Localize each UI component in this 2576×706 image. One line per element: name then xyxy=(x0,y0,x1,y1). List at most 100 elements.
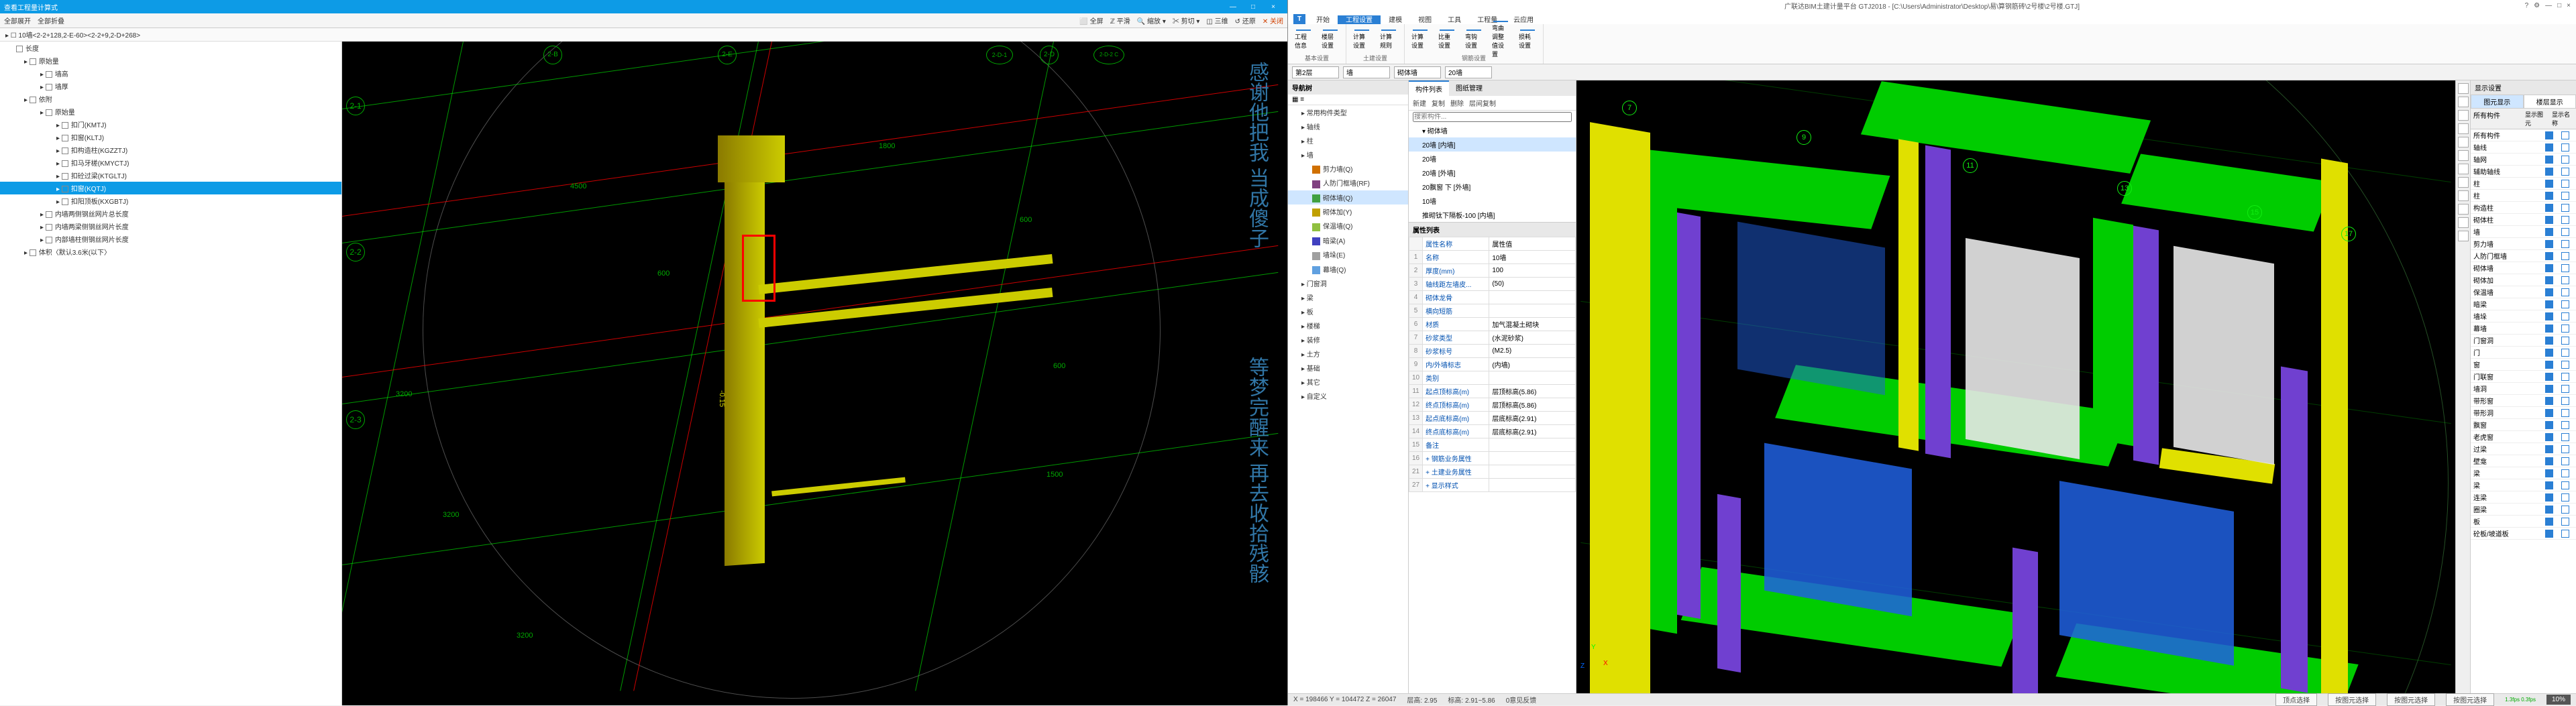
nav-item[interactable]: 人防门框墙(RF) xyxy=(1288,176,1408,190)
element-select[interactable]: 20墙 xyxy=(1445,66,1492,78)
max-btn[interactable]: □ xyxy=(1243,3,1263,11)
app-logo[interactable]: T xyxy=(1293,14,1305,24)
nav-item[interactable]: ▸ 其它 xyxy=(1288,375,1408,389)
del-comp[interactable]: 删除 xyxy=(1450,98,1464,108)
mini-toolbar[interactable] xyxy=(2456,80,2471,693)
ribbon-button[interactable]: 弯钩设置 xyxy=(1465,31,1483,48)
property-row[interactable]: 3轴线距左墙皮...(50) xyxy=(1409,278,1576,291)
display-item[interactable]: 板 xyxy=(2471,516,2576,528)
nav-item[interactable]: ▸ 装修 xyxy=(1288,333,1408,347)
layer-copy[interactable]: 层间复制 xyxy=(1469,98,1496,108)
property-row[interactable]: 16+ 钢筋业务属性 xyxy=(1409,452,1576,465)
display-item[interactable]: 连梁 xyxy=(2471,491,2576,504)
tb-restore[interactable]: ↺ 还原 xyxy=(1235,15,1256,25)
tree-item[interactable]: ▸ 扣砼过梁(KTGLTJ) xyxy=(0,169,341,182)
property-row[interactable]: 9内/外墙标志(内墙) xyxy=(1409,358,1576,371)
component-item[interactable]: 20墙 xyxy=(1409,152,1576,166)
comp-search[interactable] xyxy=(1413,112,1572,122)
property-row[interactable]: 12终点顶标高(m)层顶标高(5.86) xyxy=(1409,398,1576,412)
tree-item[interactable]: ▸ 原始量 xyxy=(0,54,341,67)
close-btn[interactable]: × xyxy=(1263,3,1283,11)
tree-item[interactable]: ▸ 扣门(KMTJ) xyxy=(0,118,341,131)
display-item[interactable]: 壁龛 xyxy=(2471,455,2576,467)
property-row[interactable]: 2厚度(mm)100 xyxy=(1409,264,1576,278)
property-row[interactable]: 10类别 xyxy=(1409,371,1576,385)
nav-item[interactable]: 墙垛(E) xyxy=(1288,247,1408,261)
nav-item[interactable]: ▸ 土方 xyxy=(1288,347,1408,361)
display-item[interactable]: 带形窗 xyxy=(2471,395,2576,407)
tree-item[interactable]: ▸ 内墙两梁侧钢丝网片长度 xyxy=(0,220,341,233)
nav-item[interactable]: ▸ 门窗洞 xyxy=(1288,276,1408,290)
display-item[interactable]: 剪力墙 xyxy=(2471,238,2576,250)
viewport-3d-left[interactable]: 4500 1800 3200 3200 3200 600 600 -0.15 6… xyxy=(342,42,1287,705)
tree-item[interactable]: ▸ 扣马牙槎(KMYCTJ) xyxy=(0,156,341,169)
tree-item[interactable]: ▸ 扣窗(KQTJ) xyxy=(0,182,341,194)
min-btn-r[interactable]: — xyxy=(2545,2,2552,9)
max-btn-r[interactable]: □ xyxy=(2557,2,2561,9)
display-item[interactable]: 柱 xyxy=(2471,178,2576,190)
min-btn[interactable]: — xyxy=(1223,3,1243,11)
ribbon-button[interactable]: 比重设置 xyxy=(1438,31,1456,48)
property-row[interactable]: 5横向短筋 xyxy=(1409,304,1576,318)
display-item[interactable]: 门 xyxy=(2471,347,2576,359)
display-item[interactable]: 所有构件 xyxy=(2471,129,2576,141)
display-item[interactable]: 轴网 xyxy=(2471,154,2576,166)
display-item[interactable]: 圈梁 xyxy=(2471,504,2576,516)
nav-item[interactable]: 保温墙(Q) xyxy=(1288,219,1408,233)
display-item[interactable]: 砌体柱 xyxy=(2471,214,2576,226)
property-row[interactable]: 6材质加气混凝土砌块 xyxy=(1409,318,1576,331)
display-item[interactable]: 门联窗 xyxy=(2471,371,2576,383)
tree-item[interactable]: ▸ 内墙两侧钢丝网片总长度 xyxy=(0,207,341,220)
tree-item[interactable]: ▸ 依附 xyxy=(0,93,341,105)
type-select[interactable]: 砌体墙 xyxy=(1394,66,1441,78)
component-item[interactable]: ▾ 砌体墙 xyxy=(1409,123,1576,137)
tb-close[interactable]: ✕ 关闭 xyxy=(1263,15,1283,25)
category-select[interactable]: 墙 xyxy=(1343,66,1390,78)
tree-item[interactable]: ▸ 内部墙柱侧钢丝网片长度 xyxy=(0,233,341,245)
nav-item[interactable]: 砌体墙(Q) xyxy=(1288,190,1408,204)
display-item[interactable]: 幕墙 xyxy=(2471,322,2576,335)
nav-item[interactable]: 砌体加(Y) xyxy=(1288,204,1408,219)
viewport-3d-right[interactable]: 7 9 11 13 15 17 XYZ xyxy=(1576,80,2455,693)
property-row[interactable]: 14终点底标高(m)层底标高(2.91) xyxy=(1409,425,1576,438)
display-item[interactable]: 飘窗 xyxy=(2471,419,2576,431)
nav-item[interactable]: ▸ 常用构件类型 xyxy=(1288,105,1408,119)
display-item[interactable]: 门窗洞 xyxy=(2471,335,2576,347)
help-icon[interactable]: ? xyxy=(2525,2,2529,9)
display-item[interactable]: 保温墙 xyxy=(2471,286,2576,298)
tree-item[interactable]: ▸ 墙厚 xyxy=(0,80,341,93)
nav-item[interactable]: ▸ 基础 xyxy=(1288,361,1408,375)
floor-select[interactable]: 第2层 xyxy=(1292,66,1339,78)
display-item[interactable]: 墙垛 xyxy=(2471,310,2576,322)
nav-item[interactable]: 暗梁(A) xyxy=(1288,233,1408,247)
display-item[interactable]: 暗梁 xyxy=(2471,298,2576,310)
display-item[interactable]: 柱 xyxy=(2471,190,2576,202)
component-item[interactable]: 20墙 [外墙] xyxy=(1409,166,1576,180)
new-comp[interactable]: 新建 xyxy=(1413,98,1426,108)
nav-item[interactable]: ▸ 墙 xyxy=(1288,148,1408,162)
display-item[interactable]: 带形洞 xyxy=(2471,407,2576,419)
display-item[interactable]: 辅助轴线 xyxy=(2471,166,2576,178)
property-row[interactable]: 1名称10墙 xyxy=(1409,251,1576,264)
display-item[interactable]: 老虎窗 xyxy=(2471,431,2576,443)
display-item[interactable]: 过梁 xyxy=(2471,443,2576,455)
ribbon-button[interactable]: 计算设置 xyxy=(1353,31,1371,48)
nav-item[interactable]: ▸ 梁 xyxy=(1288,290,1408,304)
display-item[interactable]: 砌体加 xyxy=(2471,274,2576,286)
property-row[interactable]: 7砂浆类型(水泥砂浆) xyxy=(1409,331,1576,345)
tree-panel[interactable]: 长度▸ 原始量▸ 墙高▸ 墙厚▸ 依附▸ 原始量▸ 扣门(KMTJ)▸ 扣窗(K… xyxy=(0,42,342,705)
tb-full[interactable]: ⬜ 全屏 xyxy=(1079,15,1103,25)
nav-item[interactable]: 剪力墙(Q) xyxy=(1288,162,1408,176)
component-item[interactable]: 10墙 xyxy=(1409,194,1576,208)
nav-item[interactable]: ▸ 轴线 xyxy=(1288,119,1408,133)
display-item[interactable]: 轴线 xyxy=(2471,141,2576,154)
copy-comp[interactable]: 复制 xyxy=(1432,98,1445,108)
property-row[interactable]: 4砌体龙骨 xyxy=(1409,291,1576,304)
property-row[interactable]: 8砂浆标号(M2.5) xyxy=(1409,345,1576,358)
nav-item[interactable]: ▸ 柱 xyxy=(1288,133,1408,148)
nav-item[interactable]: ▸ 板 xyxy=(1288,304,1408,318)
display-item[interactable]: 墙洞 xyxy=(2471,383,2576,395)
zoom-level[interactable]: 10% xyxy=(2546,695,2571,705)
close-btn-r[interactable]: × xyxy=(2567,2,2571,9)
component-item[interactable]: 推砌钛下隔板-100 [内墙] xyxy=(1409,208,1576,222)
